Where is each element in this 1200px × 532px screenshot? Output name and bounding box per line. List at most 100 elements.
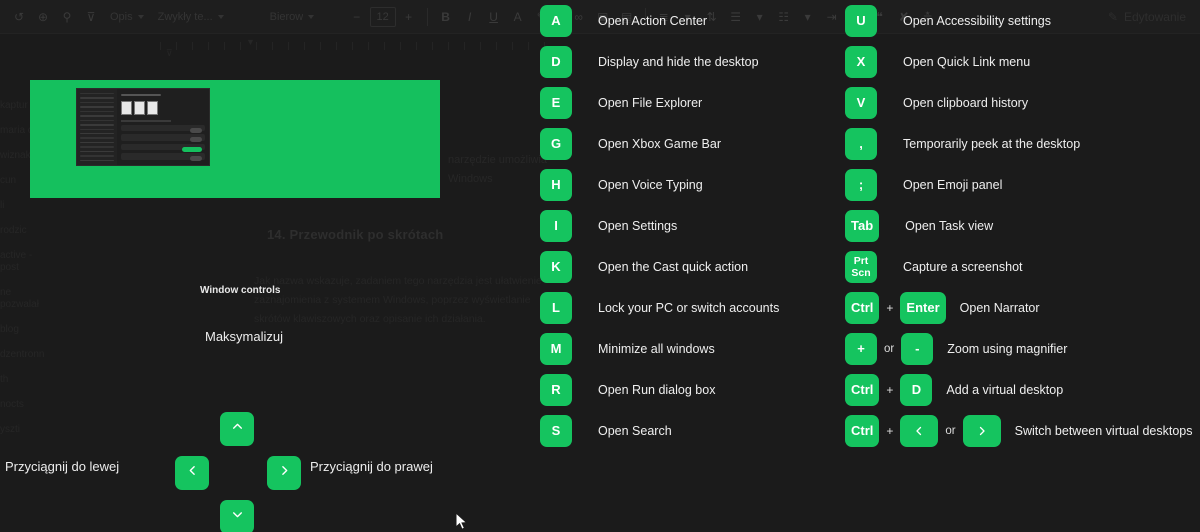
shortcut-key[interactable]: M [540,332,572,365]
ghost-line: nocts [0,399,24,410]
shortcut-key[interactable]: E [540,86,572,119]
italic-button[interactable]: I [459,5,481,29]
shortcut-row: M Minimize all windows [540,328,779,369]
shortcut-key[interactable]: Ctrl [845,414,880,447]
chevron-right-icon[interactable] [962,414,1001,447]
window-controls-diagram: Window controls Maksymalizuj Przyciągnij… [5,285,470,532]
chevron-left-icon[interactable] [900,414,939,447]
redo-icon[interactable]: ⊕ [32,5,54,29]
shortcut-key[interactable]: Enter [900,291,946,324]
shortcut-description: Open the Cast quick action [598,259,749,274]
shortcut-key[interactable]: Ctrl [845,291,880,324]
ghost-line: active - post [0,250,33,273]
shortcut-key[interactable]: D [540,45,572,78]
shortcut-row: D Display and hide the desktop [540,41,779,82]
maximize-label: Maksymalizuj [205,329,284,344]
shortcut-description: Open Voice Typing [598,177,703,192]
font-dropdown[interactable]: Zwykły te... [152,6,262,28]
text-color-icon[interactable]: A [507,5,529,29]
font-dropdown-value: Zwykły te... [157,10,213,23]
ghost-line: blog [0,324,19,335]
shortcut-description: Open File Explorer [598,95,703,110]
chevron-down-icon[interactable]: ▾ [797,5,819,29]
decrease-font-size-button[interactable]: − [346,5,368,29]
thumbnail-setting-row [121,153,205,161]
shortcut-row: Tab Open Task view [845,205,1193,246]
snap-right-key[interactable] [267,456,301,490]
shortcut-row: H Open Voice Typing [540,164,779,205]
embedded-screenshot-block[interactable] [30,80,440,198]
shortcut-key-label: Prt [853,254,869,267]
shortcut-row: E Open File Explorer [540,82,779,123]
shortcut-key[interactable]: U [845,4,877,37]
shortcut-key[interactable]: V [845,86,877,119]
shortcut-key[interactable]: Prt Scn [845,250,877,283]
shortcut-key[interactable]: A [540,4,572,37]
undo-icon[interactable]: ↺ [8,5,30,29]
shortcut-description: Temporarily peek at the desktop [903,136,1081,151]
format-painter-icon[interactable]: ⚲ [56,5,78,29]
style-dropdown[interactable]: Opis [104,6,150,28]
underline-button[interactable]: U [483,5,505,29]
key-plus-separator: + [886,382,894,397]
shortcut-key[interactable]: R [540,373,572,406]
paragraph-dropdown-value: Bierow [269,10,304,23]
app-window: ↺ ⊕ ⚲ ⊽ Opis Zwykły te... Bierow − 12 + … [0,0,1200,532]
ghost-body-line: Windows [448,173,493,185]
shortcut-key[interactable]: X [845,45,877,78]
shortcut-key[interactable]: Tab [845,209,880,242]
paragraph-dropdown[interactable]: Bierow [264,6,344,28]
shortcut-key[interactable]: + [845,332,877,365]
shortcut-key[interactable]: L [540,291,572,324]
shortcut-row: I Open Settings [540,205,779,246]
indent-marker[interactable]: ⊽ [166,48,173,59]
thumbnail-setting-row [121,134,205,142]
chevron-down-icon [217,14,224,19]
chevron-down-icon [231,508,244,526]
font-size-input[interactable]: 12 [369,6,396,27]
shortcut-key-label: Scn [851,266,871,279]
ghost-line: rodzic [0,225,27,236]
shortcut-key[interactable]: ; [845,168,877,201]
shortcut-key[interactable]: K [540,250,572,283]
shortcut-row: Prt Scn Capture a screenshot [845,246,1193,287]
key-plus-separator: + [886,300,894,315]
shortcut-key[interactable]: I [540,209,572,242]
tab-stop-marker[interactable]: ▼ [246,37,255,47]
shortcut-key[interactable]: S [540,414,572,447]
shortcut-description: Open clipboard history [903,95,1029,110]
snap-left-key[interactable] [175,456,209,490]
snap-left-label: Przyciągnij do lewej [5,459,120,474]
shortcut-row: X Open Quick Link menu [845,41,1193,82]
thumbnail-setting-row [121,124,205,133]
increase-font-size-button[interactable]: + [398,5,420,29]
ghost-body-line: narzędzie umożliwia [448,154,548,166]
shortcut-description: Switch between virtual desktops [1014,423,1193,438]
minimize-key[interactable] [220,500,254,532]
shortcut-description: Add a virtual desktop [946,382,1064,397]
shortcut-description: Open Task view [905,218,994,233]
thumbnail-line [121,120,172,122]
shortcut-key[interactable]: , [845,127,877,160]
maximize-key[interactable] [220,412,254,446]
thumbnail-setting-row [121,143,205,152]
toolbar-divider [426,7,428,26]
chevron-left-icon [186,464,199,482]
shortcut-description: Open Search [598,423,672,438]
shortcut-key[interactable]: - [901,332,934,365]
thumbnail-previews [121,101,205,116]
bold-button[interactable]: B [435,5,457,29]
shortcut-key[interactable]: G [540,127,572,160]
shortcut-description: Open Emoji panel [903,177,1003,192]
key-or-separator: or [945,424,956,437]
shortcut-description: Open Run dialog box [598,382,716,397]
shortcut-key[interactable]: D [900,373,933,406]
clear-formatting-icon[interactable]: ⊽ [80,5,102,29]
shortcut-row: V Open clipboard history [845,82,1193,123]
shortcut-row: Ctrl + or Switch between virtual desktops [845,410,1193,451]
shortcuts-left-column: A Open Action Center D Display and hide the… [540,0,779,451]
shortcut-key[interactable]: Ctrl [845,373,880,406]
indent-icon[interactable]: ⇥ [821,5,843,29]
ghost-line: li [0,200,5,211]
shortcut-key[interactable]: H [540,168,572,201]
